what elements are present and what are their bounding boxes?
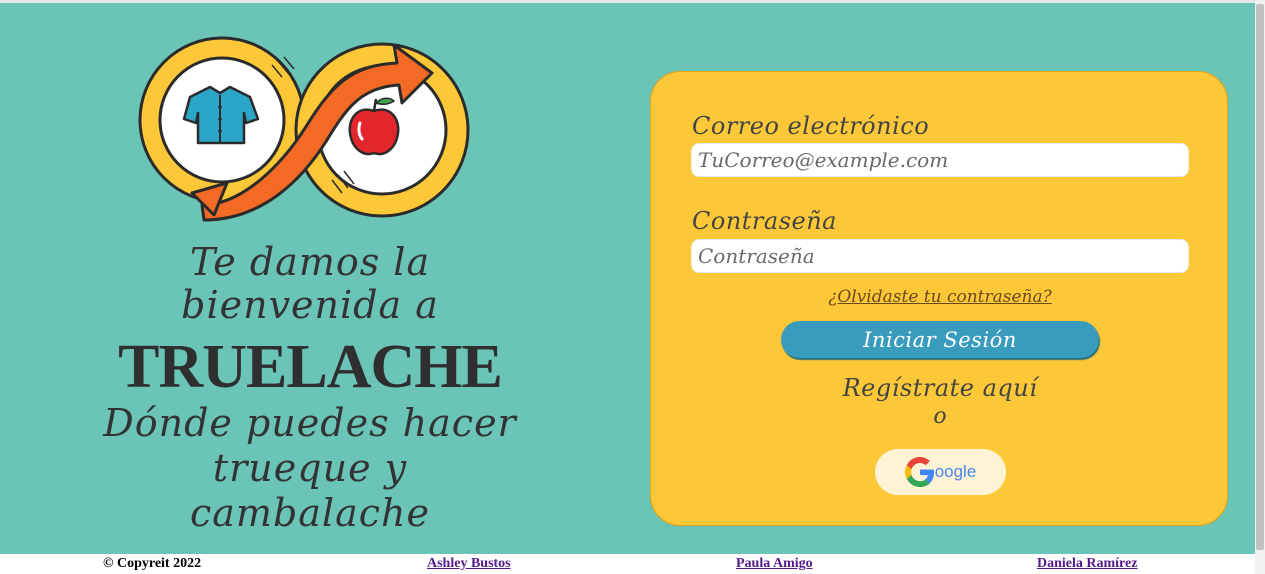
login-button[interactable]: Iniciar Sesión [781, 321, 1099, 358]
google-g-icon [904, 457, 934, 487]
scrollbar-thumb[interactable] [1256, 4, 1264, 550]
copyright-text: © Copyreit 2022 [103, 556, 202, 571]
register-link[interactable]: Regístrate aquí [651, 374, 1229, 402]
truelache-logo [138, 36, 470, 222]
tagline-line-3: cambalache [189, 491, 430, 535]
forgot-password-container: ¿Olvidaste tu contraseña? [651, 287, 1229, 307]
password-label: Contraseña [692, 207, 837, 235]
login-card: Correo electrónico Contraseña ¿Olvidaste… [650, 71, 1228, 526]
email-field[interactable] [691, 143, 1189, 177]
email-label: Correo electrónico [692, 112, 930, 140]
welcome-section: Te damos la bienvenida a TRUELACHE Dónde… [95, 241, 525, 536]
google-button-label: oogle [934, 462, 977, 481]
author-link-ashley[interactable]: Ashley Bustos [427, 556, 511, 572]
or-separator: o [933, 404, 947, 429]
author-link-daniela[interactable]: Daniela Ramírez [1037, 556, 1137, 572]
google-signin-button[interactable]: oogle [875, 449, 1006, 495]
tagline-line-2: trueque y [212, 446, 408, 490]
footer: © Copyreit 2022 Ashley Bustos Paula Amig… [0, 554, 1255, 574]
vertical-scrollbar[interactable] [1255, 0, 1265, 574]
forgot-password-link[interactable]: ¿Olvidaste tu contraseña? [828, 287, 1052, 307]
author-link-paula[interactable]: Paula Amigo [736, 556, 813, 572]
tagline-line-1: Dónde puedes hacer [103, 401, 517, 445]
page-main: Te damos la bienvenida a TRUELACHE Dónde… [0, 3, 1255, 554]
password-field[interactable] [691, 239, 1189, 273]
welcome-line-2: bienvenida a [181, 283, 439, 327]
brand-title: TRUELACHE [118, 333, 503, 401]
welcome-line-1: Te damos la [189, 240, 431, 284]
